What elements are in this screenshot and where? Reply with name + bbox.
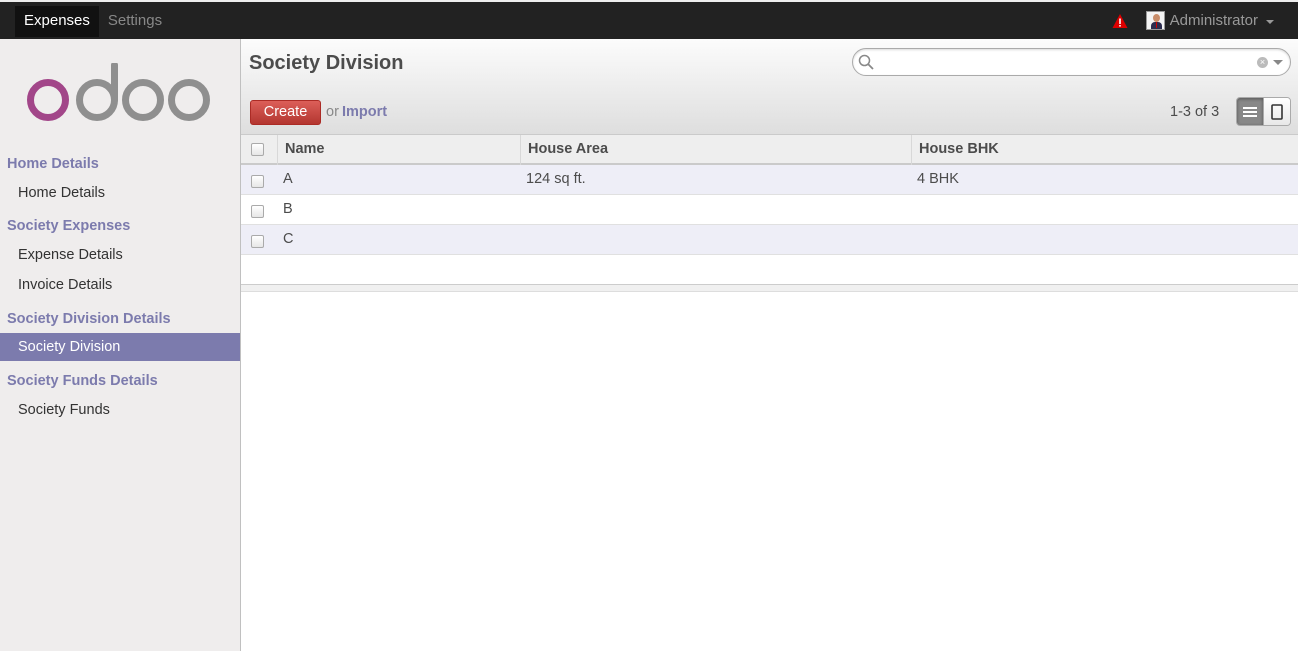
sidebar-section-society-funds-details: Society Funds Details: [7, 373, 158, 389]
cell-name[interactable]: B: [283, 195, 293, 225]
table-header: Name House Area House BHK: [241, 135, 1298, 165]
list-view-icon: [1243, 106, 1258, 117]
app-menu: Expenses Settings: [15, 6, 171, 37]
cell-name[interactable]: A: [283, 165, 293, 195]
search-box[interactable]: ×: [852, 48, 1291, 76]
table-row[interactable]: B: [241, 195, 1298, 225]
pager-value[interactable]: 1-3 of 3: [1170, 104, 1219, 120]
control-panel: Society Division × Create or Import 1-3 …: [241, 39, 1298, 135]
table-empty-row: [241, 255, 1298, 285]
odoo-logo[interactable]: odoo: [26, 63, 212, 127]
sidebar-item-expense-details[interactable]: Expense Details: [0, 241, 240, 269]
row-checkbox[interactable]: [251, 235, 264, 248]
cell-house-area[interactable]: 124 sq ft.: [526, 165, 586, 195]
cell-house-bhk[interactable]: 4 BHK: [917, 165, 959, 195]
table-row[interactable]: A 124 sq ft. 4 BHK: [241, 165, 1298, 195]
top-navbar: Expenses Settings Administrator: [0, 0, 1298, 39]
sidebar-item-society-division[interactable]: Society Division: [0, 333, 240, 361]
select-all-checkbox[interactable]: [251, 143, 264, 156]
search-icon: [858, 54, 874, 70]
row-checkbox[interactable]: [251, 205, 264, 218]
search-options-dropdown-icon[interactable]: [1273, 60, 1283, 65]
sidebar-section-home-details: Home Details: [7, 156, 99, 172]
caret-down-icon[interactable]: [1266, 19, 1274, 24]
sidebar-section-society-division-details: Society Division Details: [7, 311, 171, 327]
cell-name[interactable]: C: [283, 225, 293, 255]
avatar[interactable]: [1145, 11, 1165, 30]
form-view-icon: [1271, 103, 1284, 120]
clear-search-icon[interactable]: ×: [1257, 57, 1268, 68]
list-view-button[interactable]: [1237, 98, 1264, 125]
records-table: Name House Area House BHK A 124 sq ft. 4…: [241, 135, 1298, 292]
tab-expenses[interactable]: Expenses: [15, 6, 99, 37]
user-name[interactable]: Administrator: [1170, 12, 1258, 29]
user-menu[interactable]: Administrator: [1112, 11, 1274, 30]
import-link[interactable]: Import: [342, 104, 387, 120]
sidebar: odoo Home Details Home Details Society E…: [0, 39, 241, 651]
table-row[interactable]: C: [241, 225, 1298, 255]
column-header-house-area[interactable]: House Area: [520, 135, 911, 165]
column-header-house-bhk[interactable]: House BHK: [911, 135, 1298, 165]
table-footer: [241, 285, 1298, 292]
sidebar-item-society-funds[interactable]: Society Funds: [0, 396, 240, 424]
sidebar-item-invoice-details[interactable]: Invoice Details: [0, 271, 240, 299]
tab-settings[interactable]: Settings: [99, 6, 171, 37]
row-checkbox[interactable]: [251, 175, 264, 188]
sidebar-item-home-details[interactable]: Home Details: [0, 179, 240, 207]
page-title: Society Division: [249, 52, 404, 74]
create-button[interactable]: Create: [250, 100, 321, 125]
view-switcher: [1236, 97, 1291, 126]
form-view-button[interactable]: [1263, 98, 1290, 125]
column-header-name[interactable]: Name: [277, 135, 521, 165]
search-input[interactable]: [879, 53, 1249, 71]
or-text: or: [326, 104, 339, 120]
warning-icon[interactable]: [1112, 13, 1128, 29]
sidebar-section-society-expenses: Society Expenses: [7, 218, 131, 234]
